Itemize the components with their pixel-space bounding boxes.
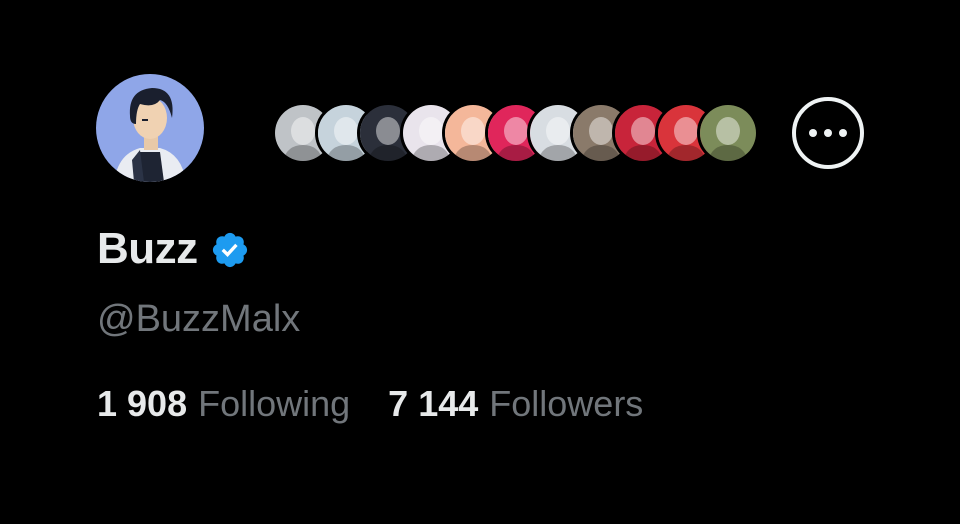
followers-label: Followers (489, 383, 644, 424)
purple-hair-avatar-icon (700, 105, 756, 161)
verified-badge-icon[interactable] (210, 230, 250, 270)
following-count: 1 908 (97, 383, 188, 424)
mutual-follower-avatar (697, 102, 759, 164)
more-options-dot (839, 129, 847, 137)
more-options-button[interactable] (792, 97, 864, 169)
profile-handle: @BuzzMalx (97, 298, 301, 340)
followers-link[interactable]: 7 144 Followers (388, 383, 643, 425)
more-options-icon (809, 129, 817, 137)
following-label: Following (198, 383, 351, 424)
display-name: Buzz (97, 224, 198, 273)
name-row: Buzz (97, 223, 250, 275)
more-options-dot (824, 129, 832, 137)
followers-count: 7 144 (388, 383, 479, 424)
profile-avatar[interactable] (96, 74, 204, 182)
following-link[interactable]: 1 908 Following (97, 383, 350, 425)
follow-stats: 1 908 Following 7 144 Followers (97, 383, 643, 425)
anime-boy-avatar-icon (96, 74, 204, 182)
